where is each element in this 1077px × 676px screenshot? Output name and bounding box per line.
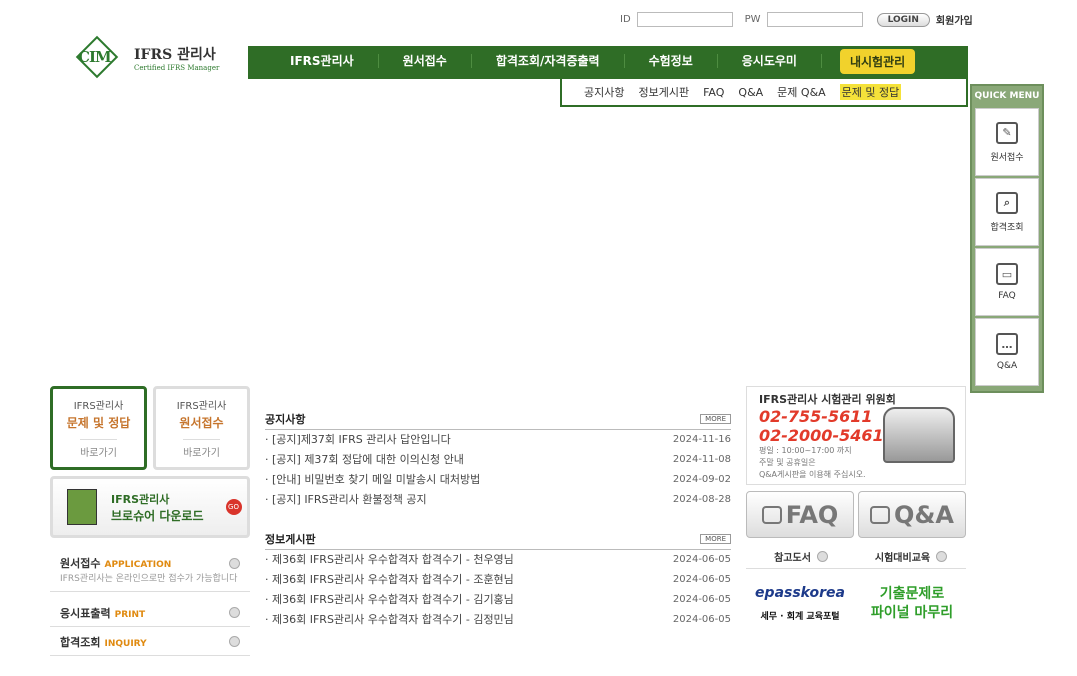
site-logo[interactable]: CIM IFRS 관리사 Certified IFRS Manager — [70, 35, 220, 79]
quick-result[interactable]: ⌕ 합격조회 — [975, 178, 1039, 246]
arrow-circle-icon — [229, 607, 240, 618]
id-input[interactable] — [636, 12, 733, 27]
list-item[interactable]: · [공지] 제37회 정답에 대한 이의신청 안내 2024-11-08 — [265, 450, 731, 470]
chat-bubble-icon — [870, 505, 891, 524]
logo-subtitle: Certified IFRS Manager — [134, 64, 220, 72]
right-tabs: 참고도서 시험대비교육 — [746, 549, 966, 569]
main-banner: IFRS관리사는 국제회계기준전문가로 인정받는 지름길입니다. Interna… — [50, 84, 968, 365]
tab-reference-books[interactable]: 참고도서 — [746, 549, 856, 564]
qna-button[interactable]: Q&A — [858, 491, 966, 538]
schedule-more-link[interactable]: 자세히 보기» — [757, 325, 945, 341]
join-link[interactable]: 회원가입 — [936, 12, 973, 27]
tab-exam-prep[interactable]: 시험대비교육 — [856, 549, 966, 564]
banner-headline: IFRS관리사는 국제회계기준전문가로 인정받는 지름길입니다. — [94, 132, 657, 162]
notice-title: 공지사항 — [265, 413, 306, 426]
monitor-icon: ▭ — [996, 263, 1018, 285]
telephone-icon — [883, 407, 955, 463]
globe-image — [444, 202, 524, 282]
notice-more-button[interactable]: MORE — [700, 414, 731, 424]
answers-shortcut[interactable]: IFRS관리사 문제 및 정답 바로가기 — [50, 386, 147, 470]
document-pen-icon: ✎ — [996, 121, 1018, 144]
go-link: 바로가기 — [80, 439, 117, 459]
arrow-circle-icon — [816, 551, 828, 562]
quick-qna[interactable]: … Q&A — [975, 318, 1039, 386]
schedule-row: 원서접수 : 2024.09.02 ~ 2024.10.28 — [757, 273, 933, 284]
nav-exam-info[interactable]: 수험정보 — [625, 54, 718, 68]
list-item[interactable]: · 제36회 IFRS관리사 우수합격자 합격수기 - 조훈현님 2024-06-… — [265, 570, 731, 590]
monitor-icon — [761, 505, 782, 524]
schedule-row: 합격발표 : 2024.11.22 (금) 15:00 — [757, 305, 913, 316]
board-section: 정보게시판 MORE · 제36회 IFRS관리사 우수합격자 합격수기 - 천우… — [265, 531, 731, 630]
print-row[interactable]: 응시표출력 PRINT — [50, 599, 250, 627]
quick-menu-title: QUICK MENU — [974, 91, 1040, 101]
quick-apply[interactable]: ✎ 원서접수 — [975, 108, 1039, 176]
subnav-answers[interactable]: 문제 및 정답 — [839, 84, 902, 100]
cim-logo-icon: CIM — [70, 35, 128, 79]
person-image — [570, 112, 700, 365]
schedule-row: 시험날짜 : 2024년 11월 16일 (토) — [757, 255, 927, 268]
sub-nav: 공지사항 정보게시판 FAQ Q&A 문제 Q&A 문제 및 정답 — [560, 79, 968, 107]
subnav-board[interactable]: 정보게시판 — [638, 84, 689, 100]
arrow-circle-icon — [936, 551, 948, 562]
list-item[interactable]: · 제36회 IFRS관리사 우수합격자 합격수기 - 김기홍님 2024-06-… — [265, 590, 731, 610]
login-bar: ID PW LOGIN 회원가입 — [620, 12, 973, 27]
subnav-question-qna[interactable]: 문제 Q&A — [777, 84, 826, 100]
subnav-faq[interactable]: FAQ — [703, 86, 724, 99]
arrow-circle-icon — [229, 636, 240, 647]
nav-help[interactable]: 응시도우미 — [718, 54, 822, 68]
nav-my-exam[interactable]: 내시험관리 — [839, 48, 916, 74]
list-item[interactable]: · [공지] IFRS관리사 환불정책 공지 2024-08-28 — [265, 490, 731, 510]
final-review-ad[interactable]: 기출문제로 파이널 마무리 — [858, 585, 966, 623]
pw-input[interactable] — [766, 12, 863, 27]
nav-result[interactable]: 합격조회/자격증출력 — [472, 54, 625, 68]
inquiry-row[interactable]: 합격조회 INQUIRY — [50, 628, 250, 656]
person-image — [230, 214, 300, 364]
subnav-notice[interactable]: 공지사항 — [584, 84, 624, 100]
logo-title: IFRS 관리사 — [134, 47, 216, 63]
arrow-circle-icon — [229, 557, 240, 569]
list-item[interactable]: · [공지]제37회 IFRS 관리사 답안입니다 2024-11-16 — [265, 430, 731, 450]
id-label: ID — [620, 14, 631, 25]
go-badge-icon: GO — [225, 499, 242, 515]
go-link: 바로가기 — [183, 439, 220, 459]
person-image — [280, 234, 340, 364]
list-item[interactable]: · 제36회 IFRS관리사 우수합격자 합격수기 - 김정민님 2024-06-… — [265, 610, 731, 630]
brochure-download[interactable]: IFRS관리사 브로슈어 다운로드 GO — [50, 476, 250, 538]
list-item[interactable]: · [안내] 비밀번호 찾기 메일 미발송시 대처방법 2024-09-02 — [265, 470, 731, 490]
schedule-row: 추가접수 : 2024.10.29 ~ 2024.11.05 — [757, 289, 933, 300]
chat-bubble-icon: … — [996, 333, 1018, 355]
nav-apply[interactable]: 원서접수 — [379, 54, 472, 68]
exam-schedule-box: 제37회 IFRS관리사 시험일정 안내 시험날짜 : 2024년 11월 16… — [744, 212, 956, 354]
search-document-icon: ⌕ — [996, 191, 1018, 214]
list-item[interactable]: · 제36회 IFRS관리사 우수합격자 합격수기 - 천우영님 2024-06-… — [265, 550, 731, 570]
nav-ifrs[interactable]: IFRS관리사 — [266, 54, 379, 68]
main-nav: IFRS관리사 원서접수 합격조회/자격증출력 수험정보 응시도우미 내시험관리 — [248, 46, 968, 79]
login-button[interactable]: LOGIN — [876, 12, 930, 27]
apply-shortcut[interactable]: IFRS관리사 원서접수 바로가기 — [153, 386, 250, 470]
brochure-icon — [67, 489, 97, 525]
quick-faq[interactable]: ▭ FAQ — [975, 248, 1039, 316]
subnav-qna[interactable]: Q&A — [738, 86, 763, 99]
board-more-button[interactable]: MORE — [700, 534, 731, 544]
banner-subtitle: International Financial Reporting Standa… — [98, 158, 445, 177]
epasskorea-ad[interactable]: epasskorea 세무 · 회계 교육포털 — [746, 585, 854, 622]
apply-row[interactable]: 원서접수 APPLICATION IFRS관리사는 온라인으로만 접수가 가능합니… — [50, 548, 250, 592]
board-title: 정보게시판 — [265, 533, 316, 546]
schedule-title: 제37회 IFRS관리사 시험일정 안내 — [757, 229, 939, 243]
faq-button[interactable]: FAQ — [746, 491, 854, 538]
contact-title: IFRS관리사 시험관리 위원회 — [759, 393, 896, 406]
quick-menu: QUICK MENU ✎ 원서접수 ⌕ 합격조회 ▭ FAQ … Q&A — [970, 84, 1044, 393]
pw-label: PW — [744, 14, 761, 25]
contact-box: IFRS관리사 시험관리 위원회 02-755-5611 02-2000-546… — [746, 386, 966, 485]
notice-section: 공지사항 MORE · [공지]제37회 IFRS 관리사 답안입니다 2024-1… — [265, 411, 731, 510]
